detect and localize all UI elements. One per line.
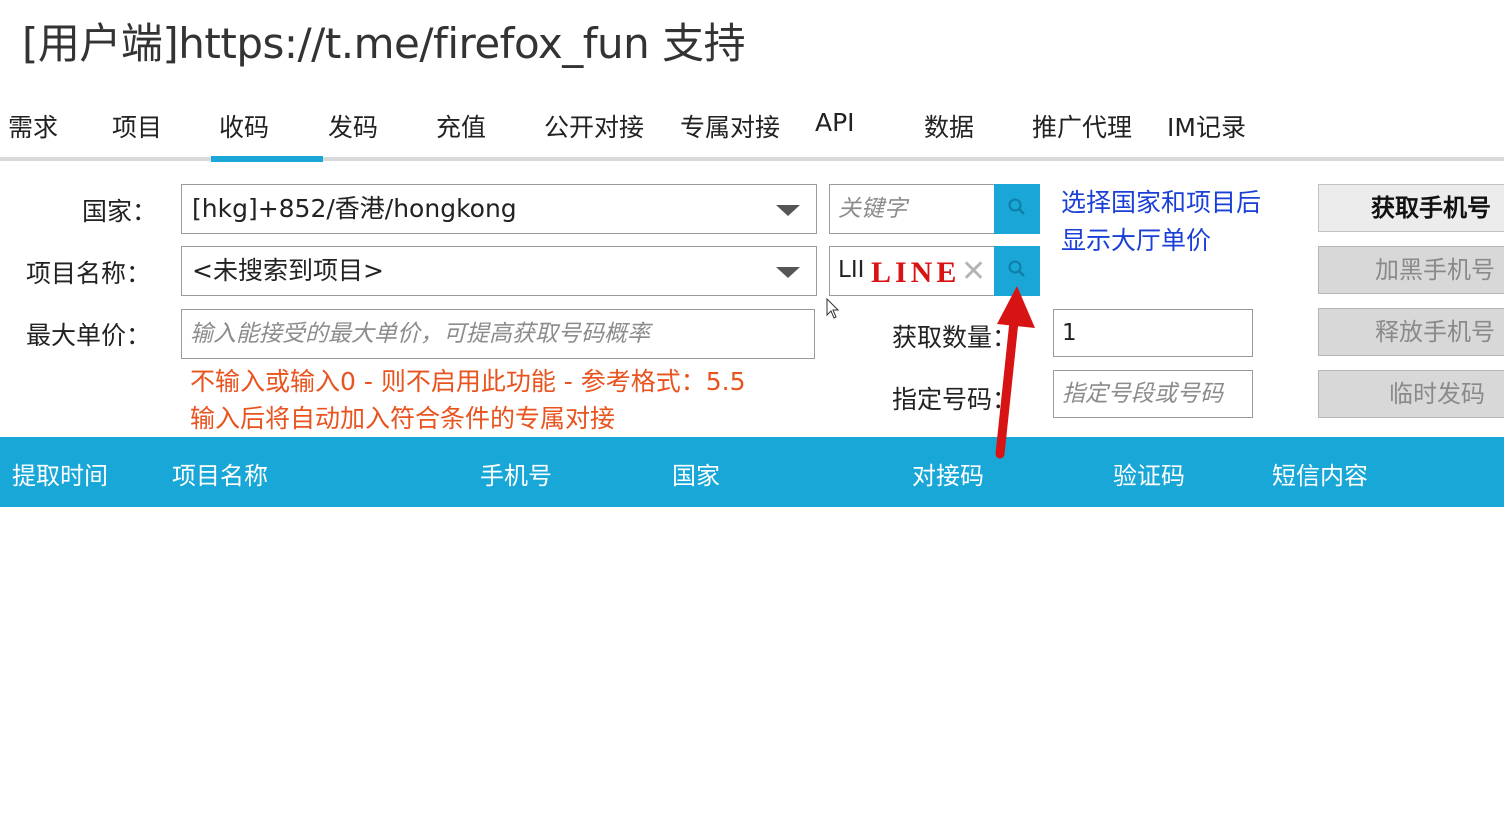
search-icon [1008,260,1025,277]
blacklist-phone-button[interactable]: 加黑手机号 [1318,246,1504,294]
active-tab-indicator [211,156,323,162]
window-title: [用户端]https://t.me/firefox_fun 支持 [22,19,746,68]
country-search-button[interactable] [994,184,1040,234]
annotation-arrow-icon [995,286,1035,459]
max-price-input[interactable] [181,309,815,359]
number-input[interactable] [1053,370,1253,418]
project-select[interactable]: <未搜索到项目> [181,246,817,296]
tab-exclusive-dock[interactable]: 专属对接 [680,108,780,144]
max-price-label: 最大单价： [26,321,152,350]
tab-public-dock[interactable]: 公开对接 [544,108,644,144]
project-search-value: LII [838,257,865,283]
tab-projects[interactable]: 项目 [112,108,162,144]
tab-data[interactable]: 数据 [924,108,974,144]
max-price-hint-line1: 不输入或输入0 - 则不启用此功能 - 参考格式：5.5 [190,367,746,396]
column-header-phone[interactable]: 手机号 [480,456,552,491]
column-header-project[interactable]: 项目名称 [172,456,268,491]
tab-receive-code[interactable]: 收码 [219,108,269,144]
country-select-value: [hkg]+852/香港/hongkong [192,194,517,223]
max-price-hint-line2: 输入后将自动加入符合条件的专属对接 [190,404,616,433]
get-phone-button[interactable]: 获取手机号 [1318,184,1504,232]
project-select-value: <未搜索到项目> [192,256,384,285]
results-table-header: 提取时间 项目名称 手机号 国家 对接码 验证码 短信内容 [0,437,1504,507]
chevron-down-icon [776,205,800,216]
quantity-input[interactable] [1053,309,1253,357]
tab-im-records[interactable]: IM记录 [1167,108,1246,144]
country-label: 国家： [82,197,158,226]
country-select[interactable]: [hkg]+852/香港/hongkong [181,184,817,234]
results-table-body [0,507,1504,835]
tab-api[interactable]: API [815,108,855,137]
release-phone-button[interactable]: 释放手机号 [1318,308,1504,356]
mouse-cursor-icon [826,298,840,319]
temp-send-button[interactable]: 临时发码 [1318,370,1504,418]
column-header-verify-code[interactable]: 验证码 [1113,456,1185,491]
price-info-line2: 显示大厅单价 [1061,226,1212,255]
column-header-sms-content[interactable]: 短信内容 [1272,456,1368,491]
chevron-down-icon [776,267,800,278]
tab-demand[interactable]: 需求 [8,108,58,144]
column-header-country[interactable]: 国家 [672,456,720,491]
tab-promotion-agent[interactable]: 推广代理 [1032,108,1132,144]
project-label: 项目名称： [26,259,152,288]
line-annotation: LINE [871,256,961,289]
tab-recharge[interactable]: 充值 [436,108,486,144]
column-header-dock-code[interactable]: 对接码 [912,456,984,491]
country-keyword-input[interactable] [829,184,995,234]
price-info-line1: 选择国家和项目后 [1061,188,1262,217]
column-header-time[interactable]: 提取时间 [12,456,108,491]
tab-send-code[interactable]: 发码 [328,108,378,144]
search-icon [1008,198,1025,215]
